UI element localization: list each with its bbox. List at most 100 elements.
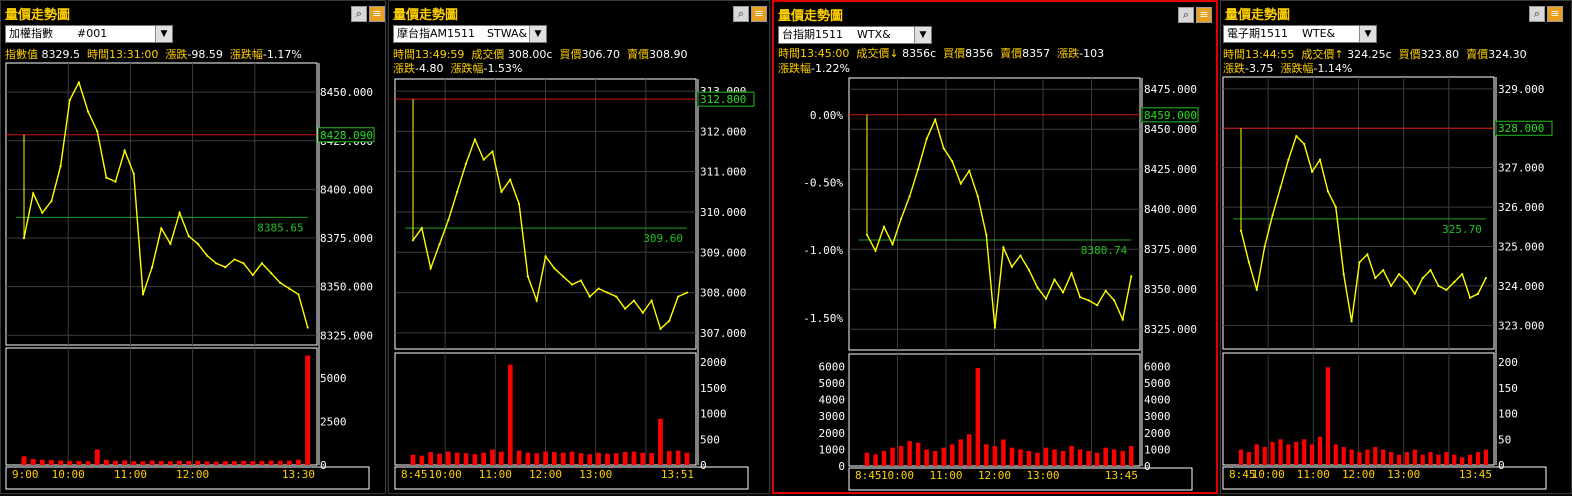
volume-bar [666,451,672,465]
volume-bar [1444,452,1449,465]
price-point [1053,278,1056,281]
price-point [196,242,199,245]
volume-bar [428,452,433,465]
price-volume-chart[interactable]: 8450.0008425.0008400.0008375.0008350.000… [1,1,387,495]
time-tick-label: 12:00 [1342,468,1375,481]
volume-tick-label: 1500 [700,382,727,395]
price-point [169,242,172,245]
price-point [1271,213,1274,217]
volume-bar [472,454,478,465]
volume-tick-label: 2000 [1144,427,1171,440]
reference-price-label: 8459.000 [1144,109,1197,122]
price-plot-frame [5,62,318,346]
price-point [976,195,979,198]
volume-bar [419,455,425,465]
volume-bar [1333,444,1338,465]
volume-bar [195,460,201,465]
volume-bar [924,449,929,466]
percent-tick-label: 0.00% [810,109,843,122]
time-tick-label: 10:00 [429,468,462,481]
volume-bar [1246,452,1251,465]
volume-bar [507,364,513,465]
volume-bar [30,458,36,465]
price-point [114,180,117,183]
volume-bar [1310,444,1315,465]
volume-bar [481,452,486,465]
price-point [1350,320,1353,323]
time-tick-label: 13:00 [1387,468,1420,481]
price-point [1079,296,1082,299]
volume-bar [941,447,946,466]
volume-bar [277,460,283,465]
time-tick-label: 12:00 [176,468,209,481]
price-point [597,287,600,290]
volume-bar [1052,449,1057,466]
price-point [151,266,154,269]
volume-bar [1452,454,1457,465]
volume-bar [131,461,137,465]
price-point [959,182,962,185]
chart-panel-msci-taiwan: 量價走勢圖 ⌕ ≡ 摩台指AM1511 STWA& ▼ 時間13:49:59 成交… [388,0,770,494]
price-point [491,150,494,153]
volume-bar [684,452,690,465]
volume-tick-label: 100 [1498,408,1518,421]
price-point [641,311,644,314]
volume-bar [1001,439,1006,466]
price-volume-chart[interactable]: 8475.000 8450.000 8425.000 8400.000 8375.000… [774,2,1220,496]
percent-tick-label: -0.50% [803,176,843,189]
chart-panel-te-futures: 量價走勢圖 ⌕ ≡ 電子期1511 WTE& ▼ 時間13:44:55 成交價↑ … [1220,0,1572,494]
volume-bar [881,451,887,466]
price-point [473,138,476,141]
price-point [1342,273,1345,276]
price-volume-chart[interactable]: 313.000312.000311.000310.000309.000308.0… [389,1,771,495]
volume-bar [1396,454,1402,465]
price-point [925,137,928,140]
volume-bar [305,355,311,465]
price-point [1010,265,1014,268]
volume-bar [437,453,442,465]
price-volume-chart[interactable]: 329.000 328.000 327.000 326.000 325.000 324.0… [1221,1,1572,495]
chart-panel-tx-futures: 量價走勢圖 ⌕ ≡ 台指期1511 WTX& ▼ 時間13:45:00 成交價↓ … [772,0,1218,494]
volume-bar [1238,449,1244,465]
volume-bar [446,451,451,465]
volume-bar [1325,367,1330,465]
price-point [942,147,945,150]
price-point [1019,254,1022,257]
volume-bar [1111,449,1117,466]
volume-tick-label: 5000 [320,372,347,385]
price-point [632,299,636,302]
volume-tick-label: 1000 [1144,443,1171,456]
volume-bar [140,461,146,465]
volume-bar [534,453,540,465]
time-tick-label: 13:45 [1459,468,1492,481]
price-point [1382,269,1385,272]
price-point [993,326,996,329]
price-point [891,243,894,246]
volume-bar [1460,457,1465,465]
price-tick-label: 327.000 [1498,162,1544,175]
price-point [624,307,627,310]
volume-tick-label-left: 4000 [819,394,846,407]
volume-bar [122,460,128,465]
price-line [23,80,309,328]
price-point [1334,205,1337,209]
volume-bar [516,450,522,465]
volume-tick-label-left: 5000 [819,377,846,390]
price-point [1295,135,1298,138]
volume-bar [67,460,73,465]
price-tick-label: 8325.000 [320,329,373,342]
volume-bar [622,452,628,465]
volume-bar [1069,446,1074,466]
price-point [1397,273,1401,276]
volume-tick-label: 2000 [700,356,727,369]
volume-bar [204,461,210,465]
time-tick-label: 11:00 [114,468,147,481]
volume-bar [39,459,45,465]
volume-bar [213,461,219,465]
reference-price-label: 312.800 [700,93,746,106]
time-tick-label: 11:00 [479,468,512,481]
volume-bar [1035,452,1040,466]
volume-bar [578,453,584,465]
volume-tick-label: 6000 [1144,360,1171,373]
volume-bar [675,450,681,465]
